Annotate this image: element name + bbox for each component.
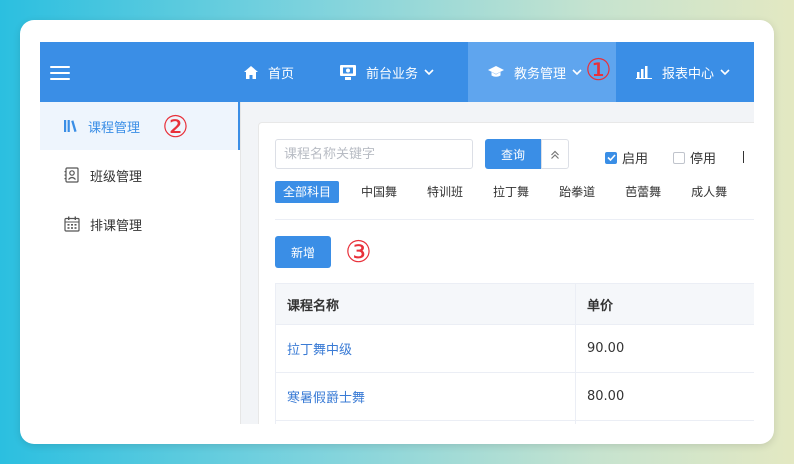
menu-toggle-icon[interactable] xyxy=(50,66,70,80)
table-row[interactable]: 拉丁舞中级 90.00 xyxy=(275,325,754,373)
category-tag[interactable]: 拉丁舞 xyxy=(485,181,537,203)
category-tag[interactable]: 中国舞 xyxy=(353,181,405,203)
table-cell-empty xyxy=(575,421,754,424)
nav-home[interactable]: 首页 xyxy=(244,42,294,102)
checkbox-unchecked-icon xyxy=(673,151,685,164)
app-window: 首页 前台业务 教务管理 ① 报表中心 课程管理 ② 班级管理 排课管理 课程名… xyxy=(40,42,754,424)
enabled-checkbox[interactable]: 启用 xyxy=(605,148,648,167)
sidebar-item-label: 课程管理 xyxy=(88,120,141,136)
annotation-marker-2: ② xyxy=(162,110,189,145)
category-tag[interactable]: 特训班 xyxy=(419,181,471,203)
course-list-panel: 查询 启用 停用 全部科目 中国舞 特训班 拉丁舞 xyxy=(258,122,754,424)
sidebar-item-label: 排课管理 xyxy=(90,218,143,234)
monitor-icon xyxy=(340,64,356,80)
contact-card-icon xyxy=(64,167,80,183)
nav-front-label: 前台业务 xyxy=(366,66,419,82)
category-tag[interactable]: 跆拳道 xyxy=(551,181,603,203)
category-filter-bar: 全部科目 中国舞 特训班 拉丁舞 跆拳道 芭蕾舞 成人舞 寒暑 xyxy=(275,181,754,203)
nav-report-label: 报表中心 xyxy=(662,66,715,82)
nav-home-label: 首页 xyxy=(268,66,295,82)
chevron-double-up-icon xyxy=(550,145,560,164)
collapse-filter-button[interactable] xyxy=(541,139,569,169)
annotation-marker-1: ① xyxy=(585,53,612,88)
category-tag[interactable]: 芭蕾舞 xyxy=(617,181,669,203)
screenshot-card: 首页 前台业务 教务管理 ① 报表中心 课程管理 ② 班级管理 排课管理 课程名… xyxy=(20,20,774,444)
disabled-checkbox[interactable]: 停用 xyxy=(673,148,716,167)
course-name-link[interactable]: 拉丁舞中级 xyxy=(275,325,575,372)
column-header-course-name[interactable]: 课程名称 xyxy=(275,284,575,324)
nav-front-business[interactable]: 前台业务 xyxy=(340,42,434,102)
enabled-label: 启用 xyxy=(622,152,649,167)
chevron-down-icon xyxy=(572,69,582,75)
divider xyxy=(275,219,754,220)
books-icon xyxy=(64,120,78,132)
category-tag-all[interactable]: 全部科目 xyxy=(275,181,340,203)
graduation-cap-icon xyxy=(488,66,504,78)
table-cell-empty xyxy=(275,421,575,424)
divider xyxy=(743,151,744,163)
calendar-icon xyxy=(64,216,80,232)
nav-report-center[interactable]: 报表中心 xyxy=(636,42,730,102)
chevron-down-icon xyxy=(720,69,730,75)
course-keyword-search-input[interactable] xyxy=(275,139,473,169)
home-icon xyxy=(244,65,258,79)
column-header-unit-price[interactable]: 单价 xyxy=(575,284,754,324)
add-course-button[interactable]: 新增 xyxy=(275,236,331,268)
disabled-label: 停用 xyxy=(690,152,717,167)
checkbox-checked-icon xyxy=(605,151,617,164)
course-name-link[interactable]: 寒暑假爵士舞 xyxy=(275,373,575,420)
bar-chart-icon xyxy=(636,65,652,79)
table-row[interactable]: 寒暑假爵士舞 80.00 xyxy=(275,373,754,421)
query-button[interactable]: 查询 xyxy=(485,139,541,169)
chevron-down-icon xyxy=(424,69,434,75)
top-navbar: 首页 前台业务 教务管理 ① 报表中心 xyxy=(40,42,754,102)
sidebar-item-class-management[interactable]: 班级管理 xyxy=(40,151,240,199)
category-tag[interactable]: 寒暑 xyxy=(749,181,754,203)
table-header-row: 课程名称 单价 xyxy=(275,283,754,325)
sidebar-item-label: 班级管理 xyxy=(90,169,143,185)
nav-edu-label: 教务管理 xyxy=(514,66,567,82)
sidebar-item-schedule-management[interactable]: 排课管理 xyxy=(40,200,240,248)
category-tag[interactable]: 成人舞 xyxy=(683,181,735,203)
sidebar-item-course-management[interactable]: 课程管理 ② xyxy=(40,102,240,150)
sidebar: 课程管理 ② 班级管理 排课管理 xyxy=(40,102,241,424)
annotation-marker-3: ③ xyxy=(345,235,372,270)
table-row[interactable] xyxy=(275,421,754,424)
unit-price-cell: 90.00 xyxy=(575,325,754,372)
course-table: 课程名称 单价 拉丁舞中级 90.00 寒暑假爵士舞 80.00 xyxy=(275,283,754,424)
unit-price-cell: 80.00 xyxy=(575,373,754,420)
